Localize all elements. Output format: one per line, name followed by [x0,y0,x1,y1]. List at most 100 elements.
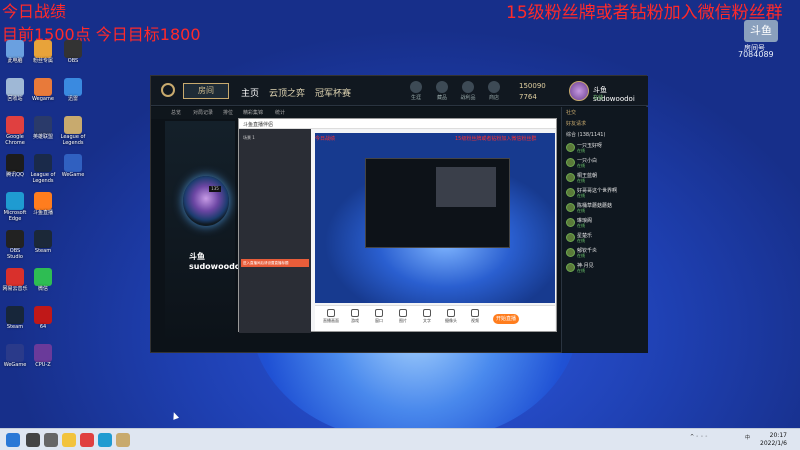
league-client-window[interactable]: 房间 主页 云顶之弈 冠军杯赛 生涯 藏品 战利品 商店 150090 7764… [150,75,648,353]
friend-item[interactable]: 一只玉好呀 在线 [562,142,648,155]
loot-header-icon[interactable]: 战利品 [458,81,478,101]
nav-tft[interactable]: 云顶之弈 [269,86,305,99]
league-logo-icon[interactable] [161,83,175,97]
preview-nested-tool [436,167,496,207]
source-button[interactable]: 文字 [417,309,437,324]
desktop-icon[interactable]: OBS Studio [2,230,28,260]
friend-status: 在线 [577,253,585,258]
friend-item[interactable]: 一只小白 在线 [562,157,648,170]
desktop-icon-label: CPU-Z [35,362,51,368]
app-icon [34,78,52,96]
friend-status: 在线 [577,163,585,168]
play-button[interactable]: 房间 [183,83,229,99]
collection-header-icon[interactable]: 藏品 [432,81,452,101]
profile-header-icon[interactable]: 生涯 [406,81,426,101]
source-button[interactable]: 直播画面 [321,309,341,324]
nav-home[interactable]: 主页 [241,86,259,99]
friend-item[interactable]: 桐王蓝朝 在线 [562,172,648,185]
friend-item[interactable]: 陈桶草蘑菇蘑菇 在线 [562,202,648,215]
overlay-right-banner: 15级粉丝牌或者钻粉加入微信粉丝群 [506,3,783,23]
desktop-icon[interactable]: 微信 [30,268,56,293]
friend-item[interactable]: 琳琅阁 在线 [562,217,648,230]
scene-highlight[interactable]: 进入直播间后请设置直播标题 [241,259,309,267]
desktop-icon[interactable]: OBS [60,40,86,65]
scene-label[interactable]: 场景 1 [243,135,255,141]
source-button[interactable]: 图片 [393,309,413,324]
source-button[interactable]: 游戏 [345,309,365,324]
search-icon[interactable] [26,433,40,447]
start-icon[interactable] [6,433,20,447]
app-icon [6,40,24,58]
friend-status: 在线 [577,208,585,213]
friend-requests[interactable]: 好友请求 [562,118,648,129]
file-explorer-icon[interactable] [62,433,76,447]
friend-item[interactable]: 郁钦千炎 在线 [562,247,648,260]
desktop-icon-label: Microsoft Edge [3,210,27,222]
desktop-icon-label: 此电脑 [7,58,23,64]
avatar[interactable] [569,81,589,101]
desktop-icon[interactable]: 此电脑 [2,40,28,65]
friend-avatar [566,173,575,182]
source-button[interactable]: 视频 [465,309,485,324]
desktop-icon[interactable]: Steam [2,306,28,331]
app-icon [64,154,82,172]
tab-match-history[interactable]: 对局记录 [193,109,213,116]
room-id: 7084089 [738,50,774,59]
desktop-icon[interactable]: CPU-Z [30,344,56,369]
desktop-icon-label: 64 [39,324,47,330]
desktop-icon[interactable]: 粉丝专属 [30,40,56,65]
app-icon [64,78,82,96]
source-button[interactable]: 窗口 [369,309,389,324]
desktop-icon-label: Steam [34,248,52,254]
friend-status: 在线 [577,268,585,273]
desktop-icon-label: Google Chrome [5,134,25,146]
desktop-icon-label: League of Legends [30,172,56,184]
tab-highlights[interactable]: 精彩集锦 [243,109,263,116]
tab-overview[interactable]: 总览 [171,109,181,116]
desktop-icon[interactable]: Microsoft Edge [2,192,28,222]
tray-icons[interactable]: ^ ◦ ◦ ◦ [690,434,708,440]
friend-status: 在线 [577,223,585,228]
friend-item[interactable]: 好哥哥这个世界啊 在线 [562,187,648,200]
friends-group-label[interactable]: 综合 (138/1141) [562,129,648,140]
source-button[interactable]: 摄像头 [441,309,461,324]
desktop-icon[interactable]: 腾讯QQ [2,154,28,179]
source-icon [423,309,431,317]
desktop-icon[interactable]: 斗鱼直播 [30,192,56,217]
nav-clash[interactable]: 冠军杯赛 [315,86,351,99]
app-icon [34,306,52,324]
desktop-icon[interactable]: League of Legends [30,154,56,184]
store-header-icon[interactable]: 商店 [484,81,504,101]
friend-avatar [566,263,575,272]
start-live-button[interactable]: 开始直播 [493,314,519,324]
friend-avatar [566,143,575,152]
friend-item[interactable]: 星楚乐 在线 [562,232,648,245]
desktop-icon[interactable]: 回收站 [2,78,28,103]
task-view-icon[interactable] [44,433,58,447]
header-user-status: 在线 [593,95,604,101]
app-icon [6,116,24,134]
desktop-icon[interactable]: 迅雷 [60,78,86,103]
tab-stats[interactable]: 统计 [275,109,285,116]
clock[interactable]: 20:17 2022/1/6 [760,432,787,448]
friend-item[interactable]: 神·月见 在线 [562,262,648,275]
edge-taskbar-icon[interactable] [98,433,112,447]
desktop-icon[interactable]: 英雄联盟 [30,116,56,141]
desktop-icon-label: 英雄联盟 [32,134,53,140]
desktop-icon[interactable]: WeGame [60,154,86,179]
desktop-icon[interactable]: Wegame [30,78,56,103]
desktop-icon[interactable]: 64 [30,306,56,331]
desktop-icon[interactable]: League of Legends [60,116,86,146]
desktop-icon[interactable]: WeGame [2,344,28,369]
desktop-icon[interactable]: Steam [30,230,56,255]
stream-tool-window[interactable]: 斗鱼直播伴侣 场景 1 进入直播间后请设置直播标题 今日战绩 15级粉丝牌或者钻… [238,118,557,333]
input-language[interactable]: 中 [745,434,750,441]
league-taskbar-icon[interactable] [116,433,130,447]
chrome-taskbar-icon[interactable] [80,433,94,447]
app-icon [6,344,24,362]
desktop-icon[interactable]: Google Chrome [2,116,28,146]
desktop-icon-label: 微信 [37,286,48,292]
desktop-icon[interactable]: 网易云音乐 [2,268,28,293]
desktop-icon-label: 网易云音乐 [2,286,28,292]
tab-ranked[interactable]: 排位 [223,109,233,116]
